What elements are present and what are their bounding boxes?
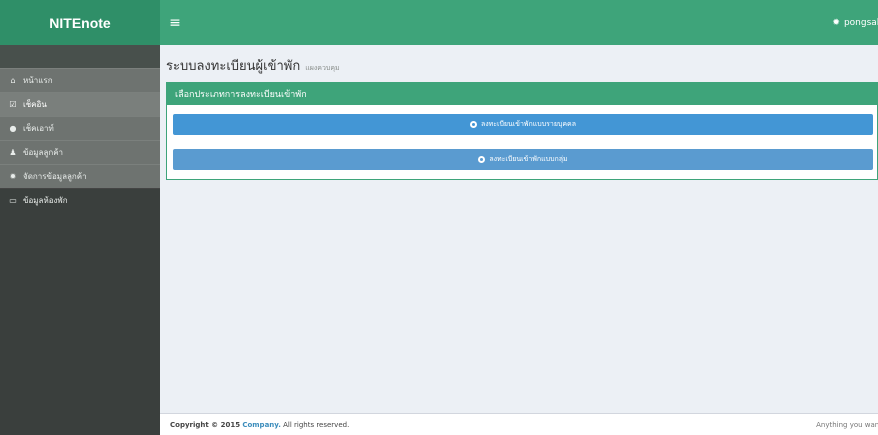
- company-link[interactable]: Company.: [242, 421, 281, 429]
- page-heading: ระบบลงทะเบียนผู้เข้าพัก แผงควบคุม: [166, 55, 872, 76]
- copyright-prefix: Copyright © 2015: [170, 420, 241, 429]
- user-menu[interactable]: ✹ pongsak: [832, 18, 878, 28]
- gear-icon: ✹: [832, 17, 840, 28]
- sidebar-item-label: ข้อมูลลูกค้า: [23, 148, 64, 157]
- sidebar-item-label: เช็คเอาท์: [23, 124, 54, 133]
- sidebar-item-label: จัดการข้อมูลลูกค้า: [23, 172, 87, 181]
- sidebar-item-home[interactable]: ⌂ หน้าแรก: [0, 68, 160, 92]
- panel-title: เลือกประเภทการลงทะเบียนเข้าพัก: [167, 83, 877, 105]
- user-icon: ♟: [9, 148, 17, 157]
- sidebar-item-checkout[interactable]: ● เช็คเอาท์: [0, 116, 160, 140]
- sidebar: ⌂ หน้าแรก ☑ เช็คอิน ● เช็คเอาท์ ♟ ข้อมูล…: [0, 45, 160, 435]
- sidebar-item-rooms[interactable]: ▭ ข้อมูลห้องพัก: [0, 188, 160, 212]
- sidebar-item-label: ข้อมูลห้องพัก: [23, 196, 68, 205]
- sidebar-item-checkin[interactable]: ☑ เช็คอิน: [0, 92, 160, 116]
- copyright: Copyright © 2015 Company. All rights res…: [170, 421, 349, 429]
- user-name[interactable]: pongsak: [844, 18, 878, 28]
- gear-icon: ✹: [9, 172, 17, 181]
- group-registration-button[interactable]: ลงทะเบียนเข้าพักแบบกลุ่ม: [173, 149, 873, 170]
- sidebar-item-customer-info[interactable]: ♟ ข้อมูลลูกค้า: [0, 140, 160, 164]
- sidebar-menu: ⌂ หน้าแรก ☑ เช็คอิน ● เช็คเอาท์ ♟ ข้อมูล…: [0, 68, 160, 212]
- home-icon: ⌂: [10, 76, 16, 85]
- sidebar-toggle-icon[interactable]: ≡: [166, 15, 184, 31]
- main-content: ระบบลงทะเบียนผู้เข้าพัก แผงควบคุม เลือกป…: [160, 45, 878, 413]
- sidebar-item-label: เช็คอิน: [23, 100, 47, 109]
- copyright-suffix: All rights reserved.: [283, 420, 350, 429]
- footer: Copyright © 2015 Company. All rights res…: [160, 413, 878, 435]
- panel-body: ลงทะเบียนเข้าพักแบบรายบุคคล ลงทะเบียนเข้…: [167, 105, 877, 179]
- footer-tagline: Anything you want: [816, 420, 878, 429]
- brand-name[interactable]: NITEnote: [49, 15, 110, 31]
- circle-icon: [478, 156, 486, 163]
- top-navbar: ≡ ✹ pongsak: [160, 0, 878, 45]
- monitor-icon: ▭: [9, 196, 17, 205]
- button-label: ลงทะเบียนเข้าพักแบบกลุ่ม: [489, 156, 568, 163]
- brand-logo[interactable]: NITEnote: [0, 0, 160, 45]
- registration-panel: เลือกประเภทการลงทะเบียนเข้าพัก ลงทะเบียน…: [166, 82, 878, 180]
- button-label: ลงทะเบียนเข้าพักแบบรายบุคคล: [480, 121, 577, 128]
- circle-icon: ●: [9, 124, 17, 133]
- individual-registration-button[interactable]: ลงทะเบียนเข้าพักแบบรายบุคคล: [173, 114, 873, 135]
- sidebar-item-label: หน้าแรก: [23, 76, 53, 85]
- sidebar-header: [0, 45, 160, 68]
- page-title: ระบบลงทะเบียนผู้เข้าพัก: [166, 59, 301, 74]
- circle-icon: [469, 121, 477, 128]
- page-subtitle: แผงควบคุม: [305, 64, 340, 72]
- sidebar-item-manage-customers[interactable]: ✹ จัดการข้อมูลลูกค้า: [0, 164, 160, 188]
- checkbox-icon: ☑: [9, 100, 17, 109]
